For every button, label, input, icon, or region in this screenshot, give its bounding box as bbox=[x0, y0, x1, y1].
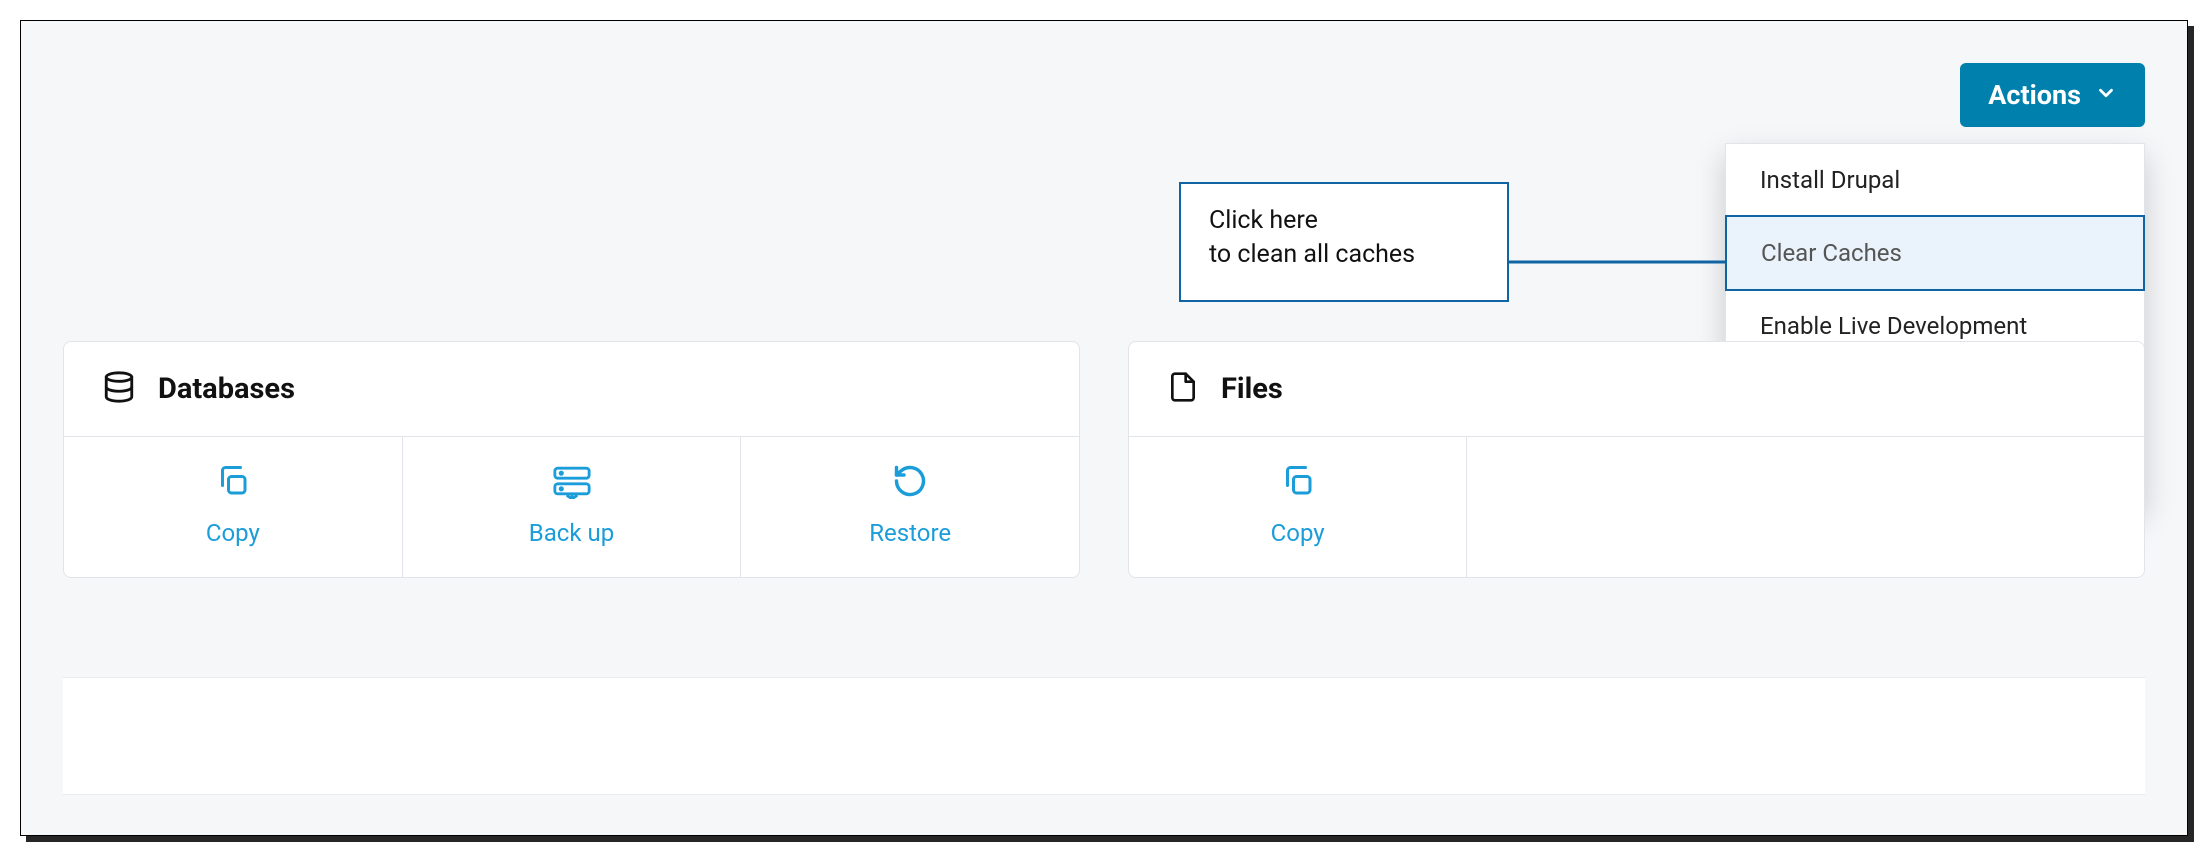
copy-icon bbox=[1280, 463, 1316, 503]
file-icon bbox=[1167, 370, 1199, 408]
chevron-down-icon bbox=[2095, 79, 2117, 111]
databases-card-title: Databases bbox=[158, 372, 295, 406]
backup-icon bbox=[552, 463, 592, 503]
callout-line1: Click here bbox=[1209, 204, 1479, 238]
files-card-header: Files bbox=[1129, 342, 2144, 437]
dropdown-item-label: Enable Live Development bbox=[1760, 312, 2027, 340]
actions-button-label: Actions bbox=[1988, 79, 2081, 111]
restore-icon bbox=[892, 463, 928, 503]
bottom-panel bbox=[63, 677, 2145, 795]
files-copy-button[interactable]: Copy bbox=[1129, 437, 1467, 577]
dropdown-item-clear-caches[interactable]: Clear Caches bbox=[1725, 215, 2145, 291]
callout-line2: to clean all caches bbox=[1209, 238, 1479, 272]
action-label: Restore bbox=[869, 519, 951, 547]
files-card: Files Copy bbox=[1128, 341, 2145, 578]
action-label: Copy bbox=[1271, 519, 1325, 547]
dropdown-item-label: Install Drupal bbox=[1760, 166, 1900, 194]
actions-button[interactable]: Actions bbox=[1960, 63, 2145, 127]
arrow-icon bbox=[1509, 247, 1759, 277]
databases-backup-button[interactable]: Back up bbox=[403, 437, 742, 577]
databases-card-header: Databases bbox=[64, 342, 1079, 437]
copy-icon bbox=[215, 463, 251, 503]
callout-box: Click here to clean all caches bbox=[1179, 182, 1509, 302]
page-container: Actions Install Drupal Clear Caches Enab… bbox=[20, 20, 2188, 836]
dropdown-item-label: Clear Caches bbox=[1761, 239, 1902, 267]
files-card-title: Files bbox=[1221, 372, 1283, 406]
cards-row: Databases Copy bbox=[63, 341, 2145, 578]
databases-copy-button[interactable]: Copy bbox=[64, 437, 403, 577]
databases-restore-button[interactable]: Restore bbox=[741, 437, 1079, 577]
databases-card-actions: Copy Back up bbox=[64, 437, 1079, 577]
action-label: Back up bbox=[529, 519, 614, 547]
dropdown-item-install-drupal[interactable]: Install Drupal bbox=[1726, 144, 2144, 216]
action-label: Copy bbox=[206, 519, 260, 547]
databases-card: Databases Copy bbox=[63, 341, 1080, 578]
files-card-actions: Copy bbox=[1129, 437, 2144, 577]
database-icon bbox=[102, 370, 136, 408]
